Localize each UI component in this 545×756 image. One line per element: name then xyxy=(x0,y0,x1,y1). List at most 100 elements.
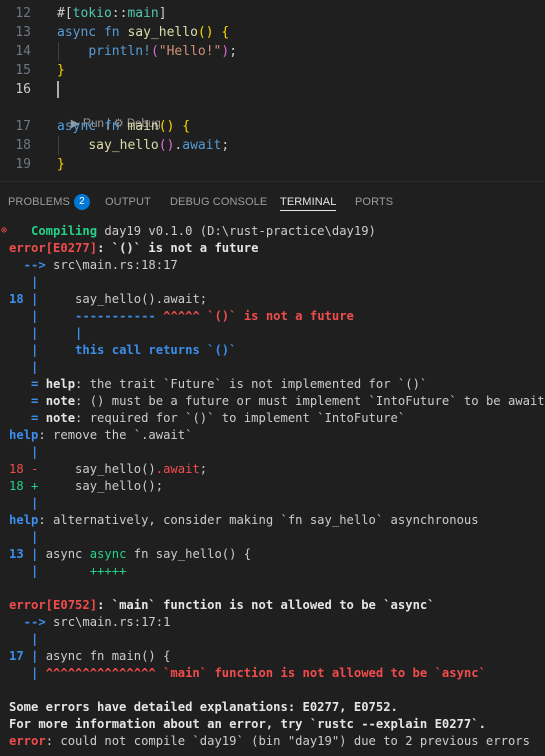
terminal-text: say_hello() xyxy=(45,462,156,476)
terminal-text: error[E0277] xyxy=(9,241,98,255)
code-token: fn xyxy=(103,119,120,134)
editor-line[interactable]: 18 say_hello().await; xyxy=(0,136,545,155)
editor-line[interactable]: 17 async fn main() { xyxy=(0,117,545,136)
terminal-line: | xyxy=(9,631,38,648)
terminal-line: --> src\main.rs:17:1 xyxy=(9,614,171,631)
terminal-text: : required for `()` to implement `IntoFu… xyxy=(75,411,406,425)
terminal-text: src\main.rs:18:17 xyxy=(53,258,178,272)
terminal-text: : `main` function is not allowed to be `… xyxy=(97,598,435,612)
terminal-text: fn say_hello() { xyxy=(133,547,252,561)
line-code: async fn main() { xyxy=(57,117,190,136)
terminal-text: ; xyxy=(199,462,208,476)
terminal-text: | xyxy=(9,343,39,357)
code-token: } xyxy=(57,157,65,172)
terminal-line: --> src\main.rs:18:17 xyxy=(9,257,178,274)
terminal-text: | xyxy=(9,360,39,374)
tab-label: PORTS xyxy=(355,196,394,208)
terminal-text: : the trait `Future` is not implemented … xyxy=(75,377,428,391)
terminal-line: = note: () must be a future or must impl… xyxy=(9,393,545,410)
terminal-text: ^^^^^^^^^^^^^^^ `main` function is not a… xyxy=(45,666,486,680)
terminal-line: | +++++ xyxy=(9,563,126,580)
code-token: main xyxy=(127,6,159,21)
line-code: println!("Hello!"); xyxy=(57,42,237,61)
terminal-text: = xyxy=(9,411,46,425)
terminal-line: error[E0752]: `main` function is not all… xyxy=(9,597,435,614)
terminal-text: --> xyxy=(9,258,54,272)
terminal-text: : alternatively, consider making `fn say… xyxy=(38,513,479,527)
terminal-text: | xyxy=(9,309,39,323)
line-code: #[tokio::main] xyxy=(57,4,167,23)
terminal-line: | ^^^^^^^^^^^^^^^ `main` function is not… xyxy=(9,665,486,682)
tab-output[interactable]: OUTPUT xyxy=(105,195,151,211)
terminal-text: say_hello(); xyxy=(45,479,164,493)
terminal-line: = note: required for `()` to implement `… xyxy=(9,410,405,427)
tab-label: PROBLEMS xyxy=(8,195,70,208)
terminal-text: 18 - xyxy=(9,462,46,476)
terminal-text: Compiling xyxy=(9,224,98,238)
terminal-text: --> xyxy=(9,615,54,629)
terminal-line: help: remove the `.await` xyxy=(9,427,192,444)
terminal-line: 18 - say_hello().await; xyxy=(9,461,207,478)
terminal-line: help: alternatively, consider making `fn… xyxy=(9,512,479,529)
terminal-output[interactable]: ⊗ Compiling day19 v0.1.0 (D:\rust-practi… xyxy=(0,221,545,756)
code-token: } xyxy=(57,63,65,78)
terminal-line: error: could not compile `day19` (bin "d… xyxy=(9,733,530,750)
editor-line[interactable]: 16 xyxy=(0,80,545,99)
terminal-text: Some errors have detailed explanations: … xyxy=(9,700,398,714)
terminal-text: say_hello().await; xyxy=(38,292,208,306)
tab-ports[interactable]: PORTS xyxy=(355,195,393,211)
terminal-line: error[E0277]: `()` is not a future xyxy=(9,240,259,257)
terminal-line: 18 | say_hello().await; xyxy=(9,291,207,308)
problems-count-badge: 2 xyxy=(73,194,90,210)
terminal-text: : `()` is not a future xyxy=(97,241,259,255)
editor-line[interactable]: 14 println!("Hello!"); xyxy=(0,42,545,61)
codelens: ▶ Run | ⚙ Debug xyxy=(58,99,161,130)
code-editor[interactable]: ▶ Run | ⚙ Debug 12 #[tokio::main] 13 async … xyxy=(0,0,545,181)
editor-line[interactable]: 15} xyxy=(0,61,545,80)
terminal-text: note xyxy=(45,411,76,425)
tab-label: OUTPUT xyxy=(105,196,151,208)
terminal-text: | xyxy=(9,530,39,544)
terminal-line: | this call returns `()` xyxy=(9,342,236,359)
code-token: () xyxy=(158,138,175,153)
editor-line[interactable]: 13 async fn say_hello() { xyxy=(0,23,545,42)
terminal-text: = xyxy=(9,394,46,408)
tab-problems[interactable]: PROBLEMS 2 xyxy=(8,194,90,210)
code-token: async xyxy=(57,119,97,134)
terminal-text: = xyxy=(9,377,46,391)
terminal-line: | | xyxy=(9,325,82,342)
terminal-text: error xyxy=(9,734,46,748)
code-token: () xyxy=(197,25,214,40)
line-number: 12 xyxy=(15,6,31,21)
tab-label: DEBUG CONSOLE xyxy=(170,196,268,208)
terminal-line: For more information about an error, try… xyxy=(9,716,486,733)
editor-line[interactable]: 12 #[tokio::main] xyxy=(0,4,545,23)
editor-line[interactable]: 19} xyxy=(0,155,545,174)
tab-debug-console[interactable]: DEBUG CONSOLE xyxy=(170,195,267,211)
terminal-text: .await xyxy=(155,462,200,476)
terminal-text: help xyxy=(45,377,76,391)
terminal-text: 17 | xyxy=(9,649,46,663)
line-number: 16 xyxy=(15,82,31,97)
tab-terminal[interactable]: TERMINAL xyxy=(280,195,337,211)
error-dot-icon: ⊗ xyxy=(1,225,8,236)
code-token: await xyxy=(182,138,222,153)
code-token: tokio xyxy=(72,6,112,21)
code-token: { xyxy=(182,119,191,134)
line-number: 13 xyxy=(15,25,31,40)
code-token: ( xyxy=(150,44,159,59)
line-code: async fn say_hello() { xyxy=(57,23,229,42)
terminal-text: | xyxy=(9,496,39,510)
terminal-text: | xyxy=(9,632,39,646)
terminal-line: | xyxy=(9,495,38,512)
line-number: 19 xyxy=(15,157,31,172)
code-token: ] xyxy=(158,6,167,21)
terminal-text: note xyxy=(45,394,76,408)
line-code: say_hello().await; xyxy=(57,136,229,155)
line-number: 14 xyxy=(15,44,31,59)
code-token: fn xyxy=(103,25,120,40)
line-number: 15 xyxy=(15,63,31,78)
